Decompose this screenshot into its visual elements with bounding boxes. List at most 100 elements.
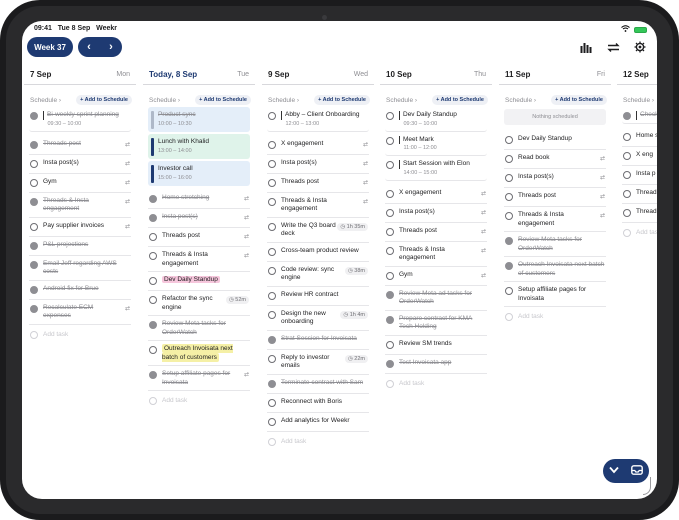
task-checkbox[interactable] [149, 195, 157, 203]
task-checkbox[interactable] [505, 174, 513, 182]
add-task-button[interactable]: Add task [29, 325, 131, 344]
task-item[interactable]: Cross-team product review [267, 243, 369, 262]
inbox-icon[interactable] [631, 465, 643, 477]
task-checkbox[interactable] [386, 189, 394, 198]
task-checkbox[interactable] [268, 310, 276, 319]
task-checkbox[interactable] [30, 285, 38, 294]
task-item[interactable]: Gym ⇄ [385, 267, 487, 286]
task-item[interactable]: Threads post ⇄ [267, 174, 369, 193]
task-item[interactable]: Threads & Insta engagement ⇄ [148, 247, 250, 272]
task-item[interactable]: Insta post(s) ⇄ [385, 204, 487, 223]
task-item[interactable]: Read book ⇄ [504, 150, 606, 169]
task-checkbox[interactable] [268, 247, 276, 256]
task-item[interactable]: Threads & Insta engagement ⇄ [267, 193, 369, 218]
task-item[interactable]: Reconnect with Boris [267, 394, 369, 413]
task-checkbox[interactable] [268, 354, 276, 363]
schedule-event[interactable]: Investor call 15:00 – 16:00 [148, 161, 250, 186]
task-item[interactable]: X eng [622, 147, 657, 166]
task-item[interactable]: Dev Daily Standup [148, 272, 250, 291]
task-item[interactable]: Review Meta ad tasks for OrderWatch [385, 286, 487, 311]
task-checkbox[interactable] [386, 271, 394, 280]
schedule-event[interactable]: Check [622, 107, 657, 124]
task-item[interactable]: Threads post ⇄ [504, 188, 606, 207]
task-item[interactable]: Threads & Insta engagement ⇄ [504, 207, 606, 232]
chevron-right-icon[interactable]: › [109, 41, 113, 53]
task-item[interactable]: Prepare contract for KMA Tech Holding [385, 311, 487, 336]
task-checkbox[interactable] [149, 296, 157, 304]
task-checkbox[interactable] [149, 214, 157, 222]
task-checkbox[interactable] [623, 152, 631, 160]
task-item[interactable]: Threads post ⇄ [148, 228, 250, 247]
task-checkbox[interactable] [623, 133, 631, 141]
task-item[interactable]: Insta post(s) ⇄ [504, 169, 606, 188]
task-checkbox[interactable] [268, 398, 276, 407]
task-item[interactable]: Insta post(s) ⇄ [29, 155, 131, 174]
task-item[interactable]: Setup affiliate pages for Invoisata [504, 282, 606, 307]
task-checkbox[interactable] [386, 208, 394, 217]
add-task-button[interactable]: Add task [504, 307, 606, 326]
add-task-button[interactable]: Add task [267, 432, 369, 451]
task-checkbox[interactable] [268, 140, 276, 149]
task-item[interactable]: Pay supplier invoices ⇄ [29, 218, 131, 237]
task-item[interactable]: Threads post ⇄ [385, 223, 487, 242]
task-checkbox[interactable] [30, 197, 38, 206]
task-item[interactable]: Dev Daily Standup [504, 131, 606, 150]
task-checkbox[interactable] [623, 209, 631, 217]
task-item[interactable]: Android fix for Brue [29, 281, 131, 300]
add-task-button[interactable]: Add task [148, 391, 250, 410]
schedule-label[interactable]: Schedule › [623, 97, 654, 104]
task-item[interactable]: Write the Q3 board deck ◷ 1h 35m [267, 218, 369, 243]
task-checkbox[interactable] [149, 252, 157, 260]
task-checkbox[interactable] [30, 159, 38, 168]
task-item[interactable]: Strat Session for Invoisata [267, 331, 369, 350]
complete-checkbox[interactable] [268, 112, 276, 120]
task-item[interactable]: Email Jeff regarding AWS costs [29, 256, 131, 281]
task-item[interactable]: X engagement ⇄ [267, 136, 369, 155]
task-checkbox[interactable] [149, 321, 157, 329]
task-checkbox[interactable] [623, 171, 631, 179]
task-checkbox[interactable] [30, 178, 38, 187]
task-item[interactable]: Review SM trends [385, 336, 487, 355]
task-checkbox[interactable] [268, 178, 276, 187]
task-checkbox[interactable] [268, 266, 276, 275]
schedule-label[interactable]: Schedule › [30, 97, 61, 104]
schedule-event[interactable]: Bi-weekly sprint planning 09:30 – 10:00 [29, 107, 131, 132]
schedule-label[interactable]: Schedule › [386, 97, 417, 104]
add-to-schedule-button[interactable]: + Add to Schedule [551, 95, 607, 105]
schedule-label[interactable]: Schedule › [505, 97, 536, 104]
task-item[interactable]: Insta p [622, 166, 657, 185]
add-to-schedule-button[interactable]: + Add to Schedule [432, 95, 488, 105]
add-task-button[interactable]: Add task [385, 374, 487, 393]
task-checkbox[interactable] [149, 277, 157, 285]
task-item[interactable]: Thread [622, 185, 657, 204]
task-checkbox[interactable] [149, 346, 157, 354]
task-item[interactable]: Setup affiliate pages for Invoisata ⇄ [148, 366, 250, 391]
task-checkbox[interactable] [268, 291, 276, 300]
task-item[interactable]: Thread engage [622, 204, 657, 223]
task-checkbox[interactable] [386, 315, 394, 324]
task-checkbox[interactable] [30, 222, 38, 231]
schedule-event[interactable]: Dev Daily Standup 09:30 – 10:00 [385, 107, 487, 132]
add-to-schedule-button[interactable]: + Add to Schedule [76, 95, 132, 105]
complete-checkbox[interactable] [386, 112, 394, 120]
complete-checkbox[interactable] [30, 112, 38, 120]
task-item[interactable]: Threads & Insta engagement ⇄ [385, 242, 487, 267]
task-checkbox[interactable] [386, 340, 394, 349]
task-checkbox[interactable] [30, 140, 38, 149]
task-checkbox[interactable] [268, 197, 276, 206]
task-checkbox[interactable] [386, 227, 394, 236]
task-checkbox[interactable] [268, 159, 276, 168]
add-task-button[interactable]: Add task [622, 223, 657, 242]
task-checkbox[interactable] [30, 304, 38, 313]
task-item[interactable]: Insta post(s) ⇄ [267, 155, 369, 174]
schedule-event[interactable]: Start Session with Elon 14:00 – 15:00 [385, 156, 487, 181]
task-item[interactable]: P&L projections [29, 237, 131, 256]
task-item[interactable]: Reply to investor emails ◷ 22m [267, 350, 369, 375]
task-item[interactable]: Threads post ⇄ [29, 136, 131, 155]
add-to-schedule-button[interactable]: + Add to Schedule [314, 95, 370, 105]
task-checkbox[interactable] [30, 241, 38, 250]
task-item[interactable]: Insta post(s) ⇄ [148, 209, 250, 228]
complete-checkbox[interactable] [623, 112, 631, 120]
task-checkbox[interactable] [268, 335, 276, 344]
schedule-event[interactable]: Abby – Client Onboarding 12:00 – 13:00 [267, 107, 369, 132]
